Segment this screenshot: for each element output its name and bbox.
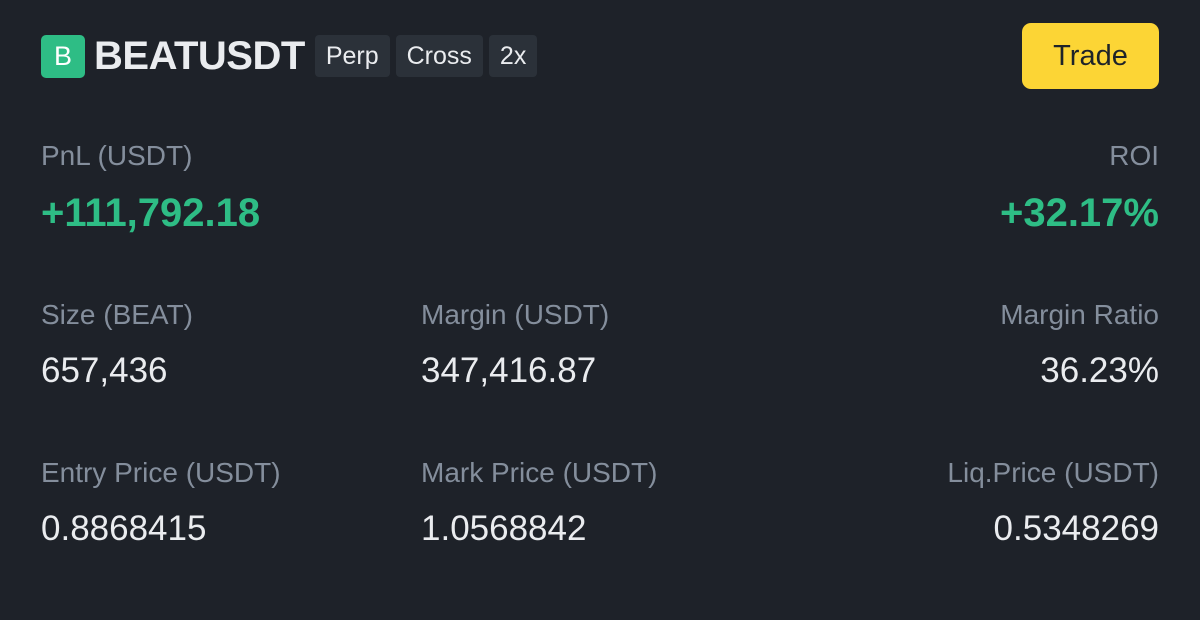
pnl-label: PnL (USDT) <box>41 140 193 171</box>
trade-button[interactable]: Trade <box>1022 23 1159 89</box>
margin-label: Margin (USDT) <box>421 299 610 330</box>
roi-value: +32.17% <box>999 191 1159 235</box>
liq-price-value: 0.5348269 <box>993 509 1159 548</box>
roi-label: ROI <box>1109 140 1159 171</box>
margin-ratio-value: 36.23% <box>1040 351 1159 390</box>
margin-value: 347,416.87 <box>421 351 597 390</box>
symbol-group: B BEATUSDT Perp Cross 2x <box>41 33 538 79</box>
tag-contract-type: Perp <box>314 35 390 77</box>
size-stat: Size (BEAT) 657,436 <box>41 298 193 391</box>
position-card: B BEATUSDT Perp Cross 2x Trade PnL (USDT… <box>0 0 1200 620</box>
size-label: Size (BEAT) <box>41 299 193 330</box>
symbol-name: BEATUSDT <box>94 33 305 78</box>
entry-price-value: 0.8868415 <box>41 509 207 548</box>
margin-ratio-label: Margin Ratio <box>1000 299 1159 330</box>
pnl-value: +111,792.18 <box>41 191 261 235</box>
mark-price-stat: Mark Price (USDT) 1.0568842 <box>421 456 657 549</box>
entry-price-stat: Entry Price (USDT) 0.8868415 <box>41 456 281 549</box>
position-header: B BEATUSDT Perp Cross 2x Trade <box>41 23 1159 89</box>
mark-price-value: 1.0568842 <box>421 509 587 548</box>
pnl-stat: PnL (USDT) +111,792.18 <box>41 139 260 233</box>
size-value: 657,436 <box>41 351 168 390</box>
liq-price-stat: Liq.Price (USDT) 0.5348269 <box>947 456 1159 549</box>
margin-stat: Margin (USDT) 347,416.87 <box>421 298 609 391</box>
tag-leverage: 2x <box>488 35 538 77</box>
entry-price-label: Entry Price (USDT) <box>41 457 281 488</box>
liq-price-label: Liq.Price (USDT) <box>947 457 1159 488</box>
coin-icon: B <box>41 34 85 78</box>
mark-price-label: Mark Price (USDT) <box>421 457 658 488</box>
roi-stat: ROI +32.17% <box>1000 139 1159 233</box>
tag-margin-mode: Cross <box>395 35 483 77</box>
margin-ratio-stat: Margin Ratio 36.23% <box>1000 298 1159 391</box>
